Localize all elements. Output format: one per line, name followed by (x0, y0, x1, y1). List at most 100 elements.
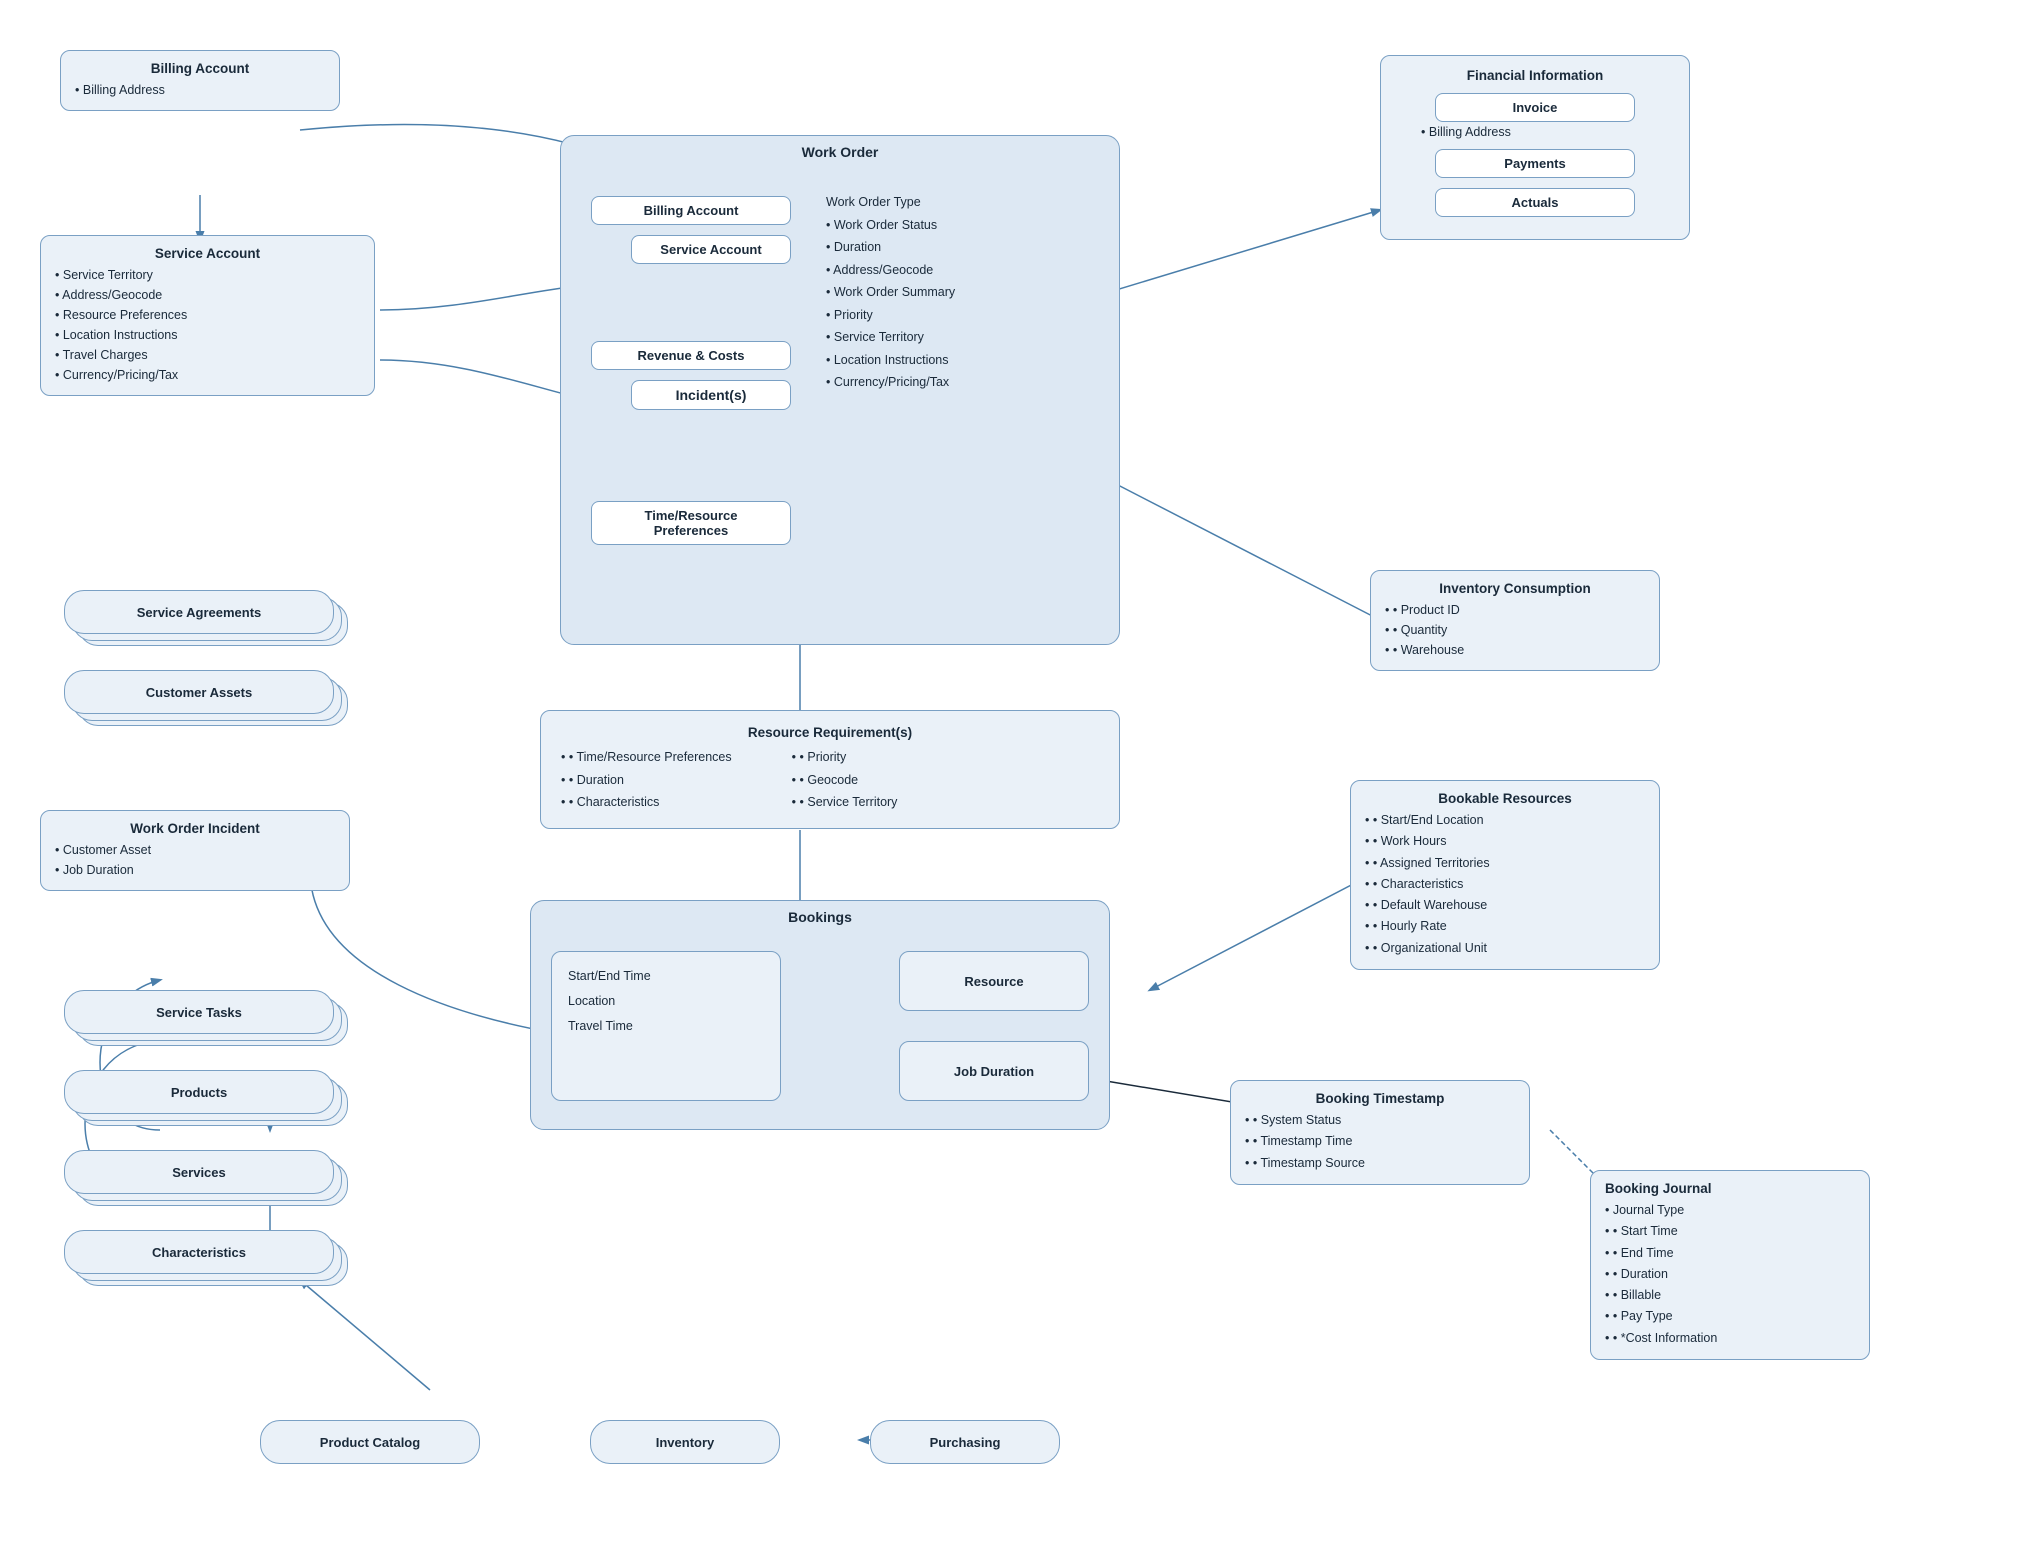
bj-item-4: • Duration (1605, 1264, 1855, 1285)
service-account-title: Service Account (55, 246, 360, 261)
br-item-1: • Start/End Location (1365, 810, 1645, 831)
bt-item-3: • Timestamp Source (1245, 1153, 1515, 1174)
products-label: Products (171, 1085, 227, 1100)
wo-time-resource-label: Time/Resource Preferences (645, 508, 738, 538)
bj-item-1: Journal Type (1605, 1200, 1855, 1221)
billing-account-top-box: Billing Account Billing Address (60, 50, 340, 111)
br-title: Bookable Resources (1365, 791, 1645, 806)
financial-information-box: Financial Information Invoice • Billing … (1380, 55, 1690, 240)
bookings-left-item3: Travel Time (568, 1014, 764, 1039)
inventory-consumption-box: Inventory Consumption • Product ID • Qua… (1370, 570, 1660, 671)
billing-account-top-list: Billing Address (75, 80, 325, 100)
wo-attr-3: • Duration (826, 236, 955, 259)
woi-item-2: Job Duration (55, 860, 335, 880)
rr-c1-1: • Time/Resource Preferences (561, 746, 732, 769)
fi-invoice-label: Invoice (1513, 100, 1558, 115)
bt-title: Booking Timestamp (1245, 1091, 1515, 1106)
customer-assets-box: Customer Assets (64, 670, 334, 714)
bookings-left-item2: Location (568, 989, 764, 1014)
resource-requirements-box: Resource Requirement(s) • Time/Resource … (540, 710, 1120, 829)
wo-attr-1: Work Order Type (826, 191, 955, 214)
wo-attr-7: • Service Territory (826, 326, 955, 349)
service-agreements-label: Service Agreements (137, 605, 262, 620)
purchasing-box: Purchasing (870, 1420, 1060, 1464)
br-item-4: • Characteristics (1365, 874, 1645, 895)
service-account-box: Service Account Service Territory Addres… (40, 235, 375, 396)
bj-item-3: • End Time (1605, 1243, 1855, 1264)
fi-invoice-item: • (1421, 125, 1429, 139)
work-order-incident-box: Work Order Incident Customer Asset Job D… (40, 810, 350, 891)
billing-account-top-item-1: Billing Address (75, 80, 325, 100)
fi-actuals-label: Actuals (1512, 195, 1559, 210)
product-catalog-box: Product Catalog (260, 1420, 480, 1464)
bookings-left-item1: Start/End Time (568, 964, 764, 989)
ic-item-3: • Warehouse (1385, 640, 1645, 660)
inventory-box: Inventory (590, 1420, 780, 1464)
wo-service-account-label: Service Account (660, 242, 761, 257)
sa-item-6: Currency/Pricing/Tax (55, 365, 360, 385)
billing-account-top-title: Billing Account (75, 61, 325, 76)
booking-timestamp-box: Booking Timestamp • System Status • Time… (1230, 1080, 1530, 1185)
wo-attr-6: • Priority (826, 304, 955, 327)
service-tasks-box: Service Tasks (64, 990, 334, 1034)
wo-attr-4: • Address/Geocode (826, 259, 955, 282)
products-box: Products (64, 1070, 334, 1114)
br-item-5: • Default Warehouse (1365, 895, 1645, 916)
services-label: Services (172, 1165, 226, 1180)
fi-invoice-inner: Invoice (1435, 93, 1635, 122)
ic-item-1: • Product ID (1385, 600, 1645, 620)
woi-list: Customer Asset Job Duration (55, 840, 335, 880)
sa-item-1: Service Territory (55, 265, 360, 285)
bj-item-5: • Billable (1605, 1285, 1855, 1306)
bookings-job-duration-label: Job Duration (954, 1064, 1034, 1079)
wo-time-resource-inner: Time/Resource Preferences (591, 501, 791, 545)
bt-item-1: • System Status (1245, 1110, 1515, 1131)
wo-service-account-inner: Service Account (631, 235, 791, 264)
services-box: Services (64, 1150, 334, 1194)
rr-c2-1: • Priority (792, 746, 898, 769)
rr-col2: • Priority • Geocode • Service Territory (792, 746, 898, 814)
rr-col1: • Time/Resource Preferences • Duration •… (561, 746, 732, 814)
br-item-2: • Work Hours (1365, 831, 1645, 852)
product-catalog-label: Product Catalog (320, 1435, 420, 1450)
service-tasks-label: Service Tasks (156, 1005, 242, 1020)
sa-item-5: Travel Charges (55, 345, 360, 365)
diagram: Billing Account Billing Address Service … (0, 0, 2034, 1551)
sa-item-2: Address/Geocode (55, 285, 360, 305)
fi-title: Financial Information (1401, 68, 1669, 83)
wo-attr-9: • Currency/Pricing/Tax (826, 371, 955, 394)
bt-list: • System Status • Timestamp Time • Times… (1245, 1110, 1515, 1174)
wo-incidents-label: Incident(s) (676, 387, 747, 403)
fi-payments-label: Payments (1504, 156, 1565, 171)
wo-attr-2: • Work Order Status (826, 214, 955, 237)
customer-assets-label: Customer Assets (146, 685, 252, 700)
br-item-7: • Organizational Unit (1365, 938, 1645, 959)
service-account-list: Service Territory Address/Geocode Resour… (55, 265, 360, 385)
br-item-3: • Assigned Territories (1365, 853, 1645, 874)
woi-title: Work Order Incident (55, 821, 335, 836)
bookings-container: Bookings Start/End Time Location Travel … (530, 900, 1110, 1130)
fi-actuals-inner: Actuals (1435, 188, 1635, 217)
br-list: • Start/End Location • Work Hours • Assi… (1365, 810, 1645, 959)
rr-title: Resource Requirement(s) (561, 725, 1099, 740)
ic-list: • Product ID • Quantity • Warehouse (1385, 600, 1645, 660)
booking-journal-box: Booking Journal Journal Type • Start Tim… (1590, 1170, 1870, 1360)
wo-incidents-inner: Incident(s) (631, 380, 791, 410)
bookings-resource-label: Resource (964, 974, 1023, 989)
characteristics-box: Characteristics (64, 1230, 334, 1274)
bj-title: Booking Journal (1605, 1181, 1855, 1196)
rr-c1-3: • Characteristics (561, 791, 732, 814)
wo-billing-account-label: Billing Account (644, 203, 739, 218)
wo-attr-5: • Work Order Summary (826, 281, 955, 304)
wo-billing-account-inner: Billing Account (591, 196, 791, 225)
wo-attr-8: • Location Instructions (826, 349, 955, 372)
work-order-title: Work Order (561, 136, 1119, 164)
bj-item-7: • *Cost Information (1605, 1328, 1855, 1349)
wo-attributes-list: Work Order Type • Work Order Status • Du… (826, 191, 955, 394)
work-order-container: Work Order Billing Account Service Accou… (560, 135, 1120, 645)
sa-item-4: Location Instructions (55, 325, 360, 345)
ic-title: Inventory Consumption (1385, 581, 1645, 596)
bj-list: Journal Type • Start Time • End Time • D… (1605, 1200, 1855, 1349)
br-item-6: • Hourly Rate (1365, 916, 1645, 937)
bj-item-6: • Pay Type (1605, 1306, 1855, 1327)
